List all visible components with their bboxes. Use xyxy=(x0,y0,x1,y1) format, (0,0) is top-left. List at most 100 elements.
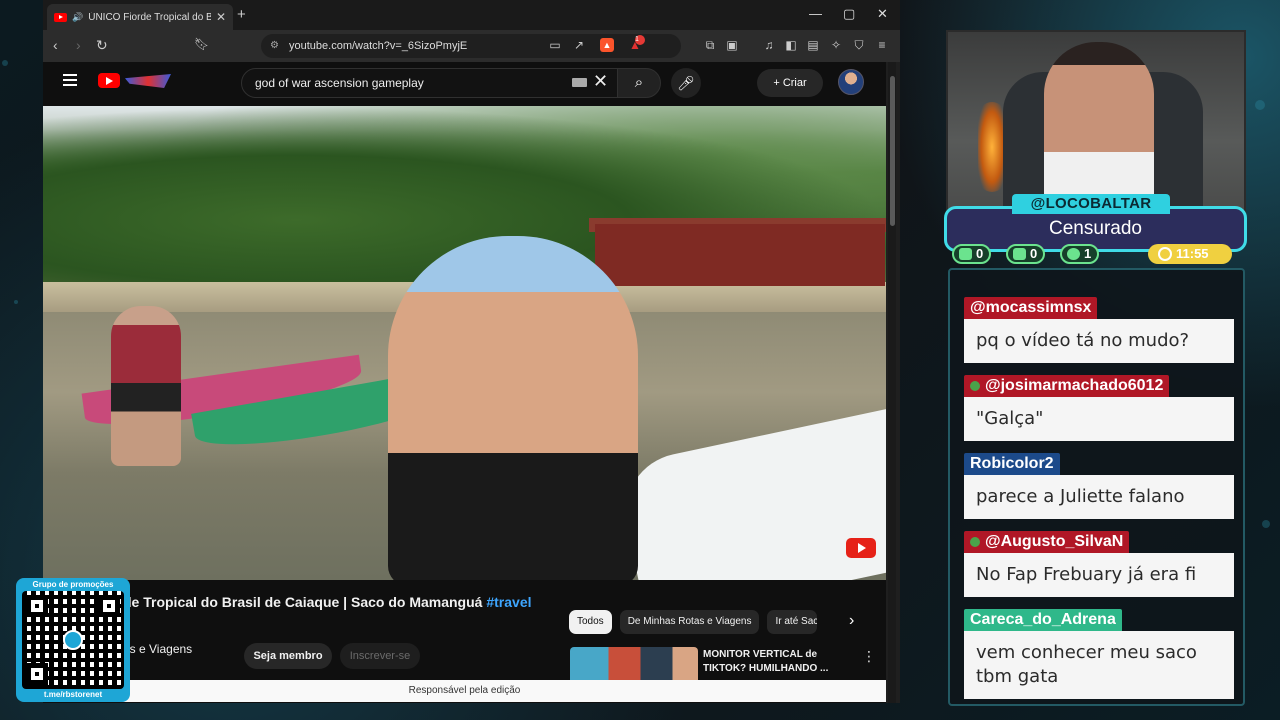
share-icon[interactable]: ↗ xyxy=(572,38,586,52)
voice-search-button[interactable]: 🎤︎ xyxy=(671,68,701,98)
hamburger-menu-icon[interactable] xyxy=(63,74,77,86)
background-splatter xyxy=(2,60,8,66)
youtube-page: god of war ascension gameplay ✕ ⌕ 🎤︎ + C… xyxy=(43,62,886,703)
telegram-icon xyxy=(63,630,83,650)
new-tab-icon[interactable]: + xyxy=(237,6,246,23)
youtube-count: 0 xyxy=(1030,246,1038,261)
chevron-right-icon[interactable]: › xyxy=(849,612,854,630)
search-icon: ⌕ xyxy=(634,74,644,91)
sidebar-icon[interactable]: ◧ xyxy=(784,38,798,52)
url-field[interactable]: ⚙ youtube.com/watch?v=_6SizoPmyjE xyxy=(261,34,681,58)
chat-message: @josimarmachado6012 "Galça" xyxy=(964,375,1234,441)
wallet-icon[interactable]: ▤ xyxy=(806,38,820,52)
channel-name[interactable]: as e Viagens xyxy=(123,642,192,656)
youtube-icon xyxy=(1013,248,1026,260)
chat-username-text: @josimarmachado6012 xyxy=(985,377,1164,394)
streamer-handle: @LOCOBALTAR xyxy=(1012,194,1170,214)
chip-go-to[interactable]: Ir até Saco xyxy=(767,610,818,634)
chat-message: @Augusto_SilvaN No Fap Frebuary já era f… xyxy=(964,531,1234,597)
chat-text: parece a Juliette falano xyxy=(964,475,1234,519)
webcam-streamer xyxy=(1044,42,1154,214)
promo-label: Grupo de promoções xyxy=(32,580,114,589)
reload-icon[interactable]: ↻ xyxy=(96,37,108,54)
video-hashtag-link[interactable]: #travel xyxy=(486,594,531,610)
bookmark-icon[interactable]: 🔖︎ xyxy=(194,37,209,51)
recommendation-title[interactable]: MONITOR VERTICAL de TIKTOK? HUMILHANDO .… xyxy=(703,648,843,676)
promo-link: t.me/rbstorenet xyxy=(43,690,103,699)
video-scene-man xyxy=(111,306,181,466)
youtube-doodle-logo[interactable] xyxy=(125,74,171,88)
forward-icon[interactable]: › xyxy=(76,37,81,53)
create-button[interactable]: + Criar xyxy=(757,69,823,97)
qr-finder xyxy=(98,595,120,617)
chip-channel[interactable]: De Minhas Rotas e Viagens xyxy=(619,610,760,634)
back-icon[interactable]: ‹ xyxy=(53,37,58,53)
site-info-icon[interactable]: ⚙ xyxy=(270,34,279,58)
page-scrollbar[interactable] xyxy=(888,62,896,703)
address-bar: ‹ › ↻ 🔖︎ ⚙ youtube.com/watch?v=_6SizoPmy… xyxy=(43,30,900,62)
webcam-feed xyxy=(946,30,1246,216)
notification-badge: 1 xyxy=(635,35,645,45)
audio-playing-icon[interactable]: 🔊 xyxy=(72,12,83,23)
url-text: youtube.com/watch?v=_6SizoPmyjE xyxy=(289,40,468,52)
scrollbar-thumb[interactable] xyxy=(890,76,895,226)
chat-username: Robicolor2 xyxy=(964,453,1060,475)
browser-tab-active[interactable]: 🔊 ÚNICO Fiorde Tropical do Brasil de ✕ xyxy=(47,4,233,30)
brave-shields-icon[interactable]: ▲ xyxy=(600,38,614,52)
account-avatar[interactable] xyxy=(838,69,864,95)
tab-bar: 🔊 ÚNICO Fiorde Tropical do Brasil de ✕ +… xyxy=(43,0,900,30)
minimize-icon[interactable]: — xyxy=(809,6,822,21)
subscribe-button[interactable]: Inscrever-se xyxy=(340,643,420,669)
vpn-icon[interactable]: ⛉ xyxy=(852,38,866,52)
screenshot-icon[interactable]: ▣ xyxy=(725,38,739,52)
join-button[interactable]: Seja membro xyxy=(244,643,332,669)
video-player[interactable] xyxy=(43,106,886,580)
chat-text: pq o vídeo tá no mudo? xyxy=(964,319,1234,363)
chip-all[interactable]: Todos xyxy=(569,610,612,634)
youtube-header: god of war ascension gameplay ✕ ⌕ 🎤︎ + C… xyxy=(43,62,886,106)
close-window-icon[interactable]: ✕ xyxy=(877,6,888,22)
kick-count: 1 xyxy=(1084,246,1092,261)
youtube-logo-icon[interactable] xyxy=(98,73,120,88)
twitch-viewers: 0 xyxy=(952,244,992,264)
video-scene-house xyxy=(595,224,885,286)
background-splatter xyxy=(1262,520,1270,528)
chat-username: Careca_do_Adrena xyxy=(964,609,1122,631)
clock-icon xyxy=(1158,247,1172,261)
more-options-icon[interactable]: ⋮ xyxy=(862,648,876,665)
channel-watermark-icon[interactable] xyxy=(846,538,876,558)
chat-text: vem conhecer meu saco tbm gata xyxy=(964,631,1234,699)
chat-username: @josimarmachado6012 xyxy=(964,375,1170,397)
timer-value: 11:55 xyxy=(1176,246,1209,261)
twitch-icon xyxy=(959,248,972,260)
keyboard-icon[interactable] xyxy=(572,78,587,87)
extensions-icon[interactable]: ⧉ xyxy=(703,38,717,52)
close-tab-icon[interactable]: ✕ xyxy=(216,10,226,24)
search-input[interactable]: god of war ascension gameplay xyxy=(241,68,621,98)
chat-text: No Fap Frebuary já era fi xyxy=(964,553,1234,597)
clear-search-icon[interactable]: ✕ xyxy=(593,71,608,92)
media-icon[interactable]: ♫ xyxy=(762,38,776,52)
chat-panel: @mocassimnsx pq o vídeo tá no mudo? @jos… xyxy=(948,268,1245,706)
tab-title: ÚNICO Fiorde Tropical do Brasil de xyxy=(88,11,211,23)
twitch-count: 0 xyxy=(976,246,984,261)
browser-menu-icon[interactable]: ≡ xyxy=(875,38,889,52)
qr-code xyxy=(22,591,124,689)
video-scene-woman xyxy=(388,236,638,580)
video-title-text: de Tropical do Brasil de Caiaque | Saco … xyxy=(123,594,483,610)
kick-viewers: 1 xyxy=(1060,244,1100,264)
qr-finder xyxy=(26,663,48,685)
kick-icon xyxy=(1067,248,1080,260)
chat-message: @mocassimnsx pq o vídeo tá no mudo? xyxy=(964,297,1234,363)
chat-message: Careca_do_Adrena vem conhecer meu saco t… xyxy=(964,609,1234,699)
editor-footer: Responsável pela edição xyxy=(43,680,886,702)
maximize-icon[interactable]: ▢ xyxy=(843,6,855,22)
cast-icon[interactable]: ▭ xyxy=(548,38,562,52)
search-button[interactable]: ⌕ xyxy=(617,68,661,98)
create-label: Criar xyxy=(782,77,807,89)
chat-text: "Galça" xyxy=(964,397,1234,441)
youtube-member-icon xyxy=(970,537,980,547)
leo-ai-icon[interactable]: ✧ xyxy=(829,38,843,52)
search-query-text: god of war ascension gameplay xyxy=(255,76,424,90)
recommendation-chips: Todos De Minhas Rotas e Viagens Ir até S… xyxy=(569,610,818,634)
